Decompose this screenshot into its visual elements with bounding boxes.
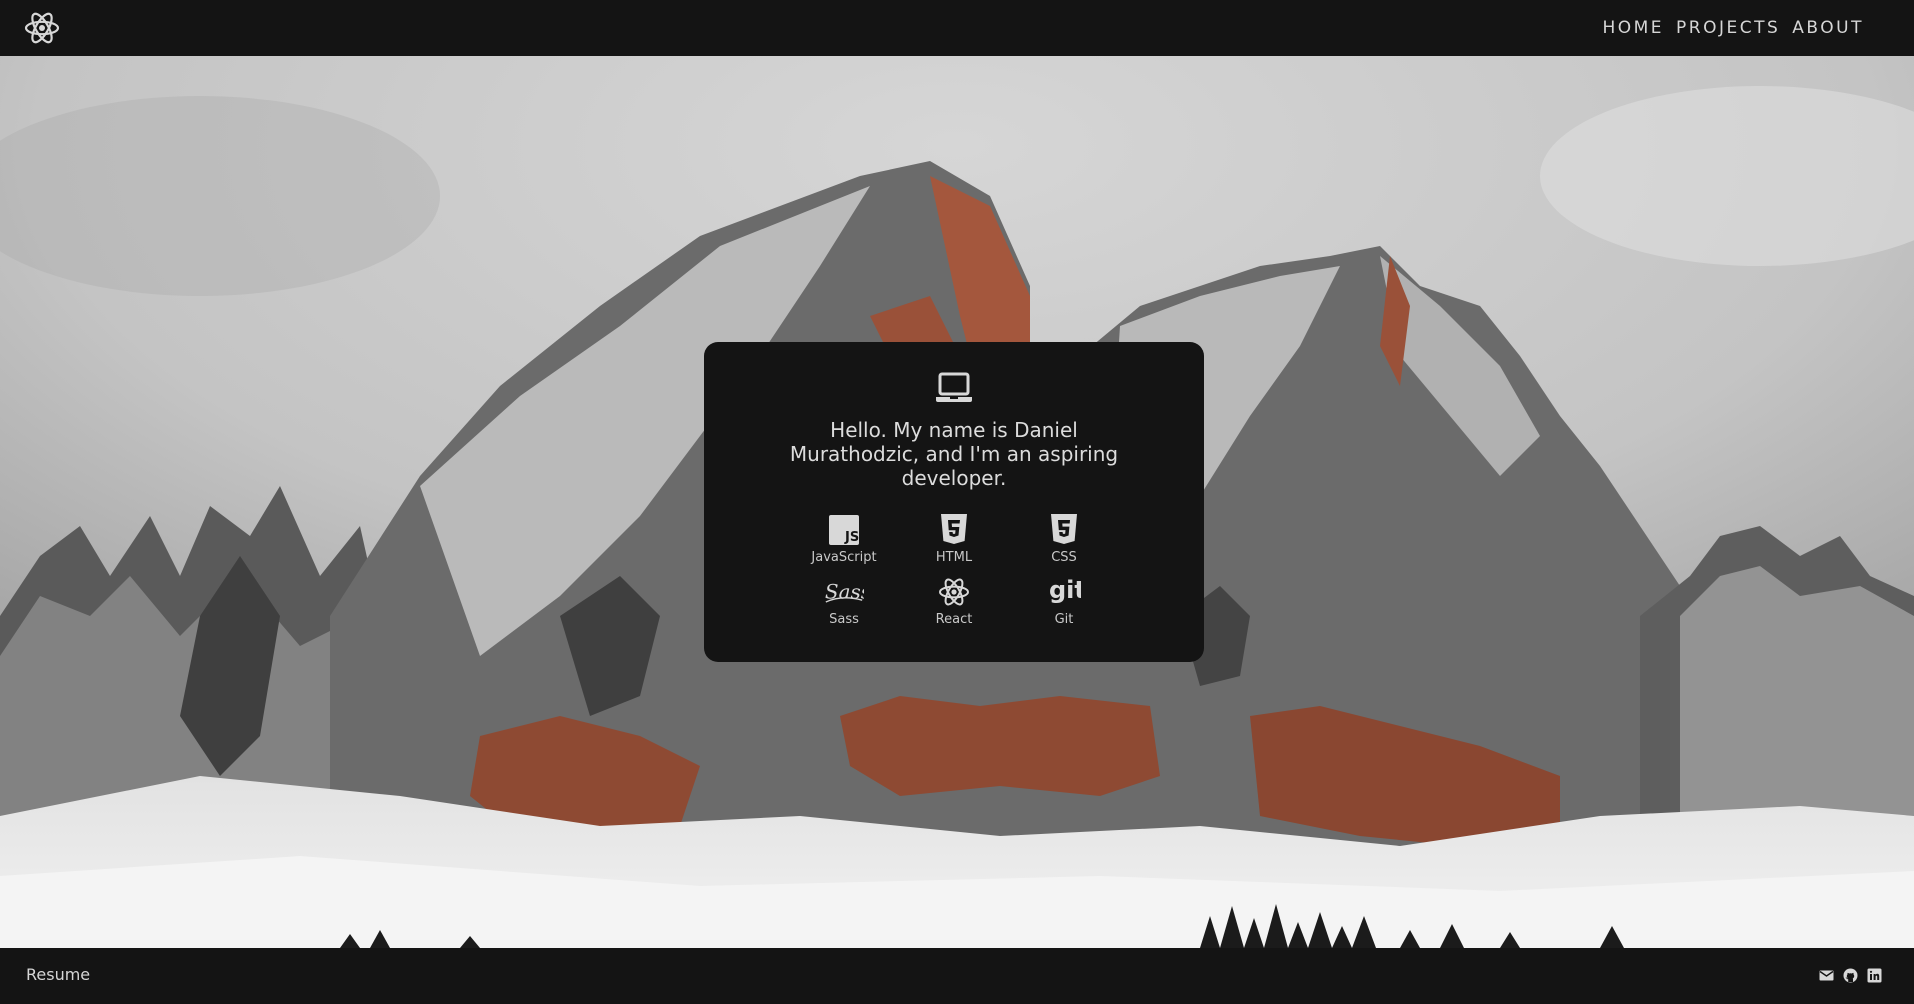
- top-navbar: HOME PROJECTS ABOUT: [0, 0, 1914, 56]
- github-icon[interactable]: [1843, 968, 1858, 983]
- react-icon: [934, 574, 974, 610]
- skill-label: Sass: [829, 612, 859, 627]
- nav-link-about[interactable]: ABOUT: [1792, 18, 1864, 38]
- git-icon: git: [1044, 574, 1084, 610]
- skills-grid: JS JavaScript HTML CSS Sas Sass React gi…: [789, 512, 1119, 636]
- html5-icon: [934, 512, 974, 548]
- react-atom-icon[interactable]: [22, 9, 62, 47]
- skill-label: HTML: [935, 550, 973, 565]
- skill-sass: Sass Sass: [789, 574, 899, 636]
- resume-link[interactable]: Resume: [26, 965, 90, 984]
- skill-css: CSS: [1009, 512, 1119, 574]
- intro-text: Hello. My name is Daniel Murathodzic, an…: [789, 418, 1119, 490]
- sass-icon: Sass: [824, 574, 864, 610]
- javascript-icon: JS: [824, 512, 864, 548]
- svg-text:git: git: [1049, 576, 1081, 604]
- envelope-icon[interactable]: [1819, 968, 1834, 983]
- intro-card: Hello. My name is Daniel Murathodzic, an…: [704, 342, 1204, 662]
- skill-react: React: [899, 574, 1009, 636]
- nav-links: HOME PROJECTS ABOUT: [1602, 0, 1864, 56]
- skill-javascript: JS JavaScript: [789, 512, 899, 574]
- laptop-icon: [935, 372, 973, 404]
- social-links: [1819, 968, 1882, 983]
- nav-link-projects[interactable]: PROJECTS: [1676, 18, 1780, 38]
- linkedin-icon[interactable]: [1867, 968, 1882, 983]
- nav-link-home[interactable]: HOME: [1602, 18, 1664, 38]
- skill-label: CSS: [1051, 550, 1077, 565]
- skill-html: HTML: [899, 512, 1009, 574]
- css3-icon: [1044, 512, 1084, 548]
- skill-label: React: [935, 612, 973, 627]
- footer-bar: Resume: [0, 948, 1914, 1004]
- page-root: HOME PROJECTS ABOUT Hello. My name is Da…: [0, 0, 1914, 1004]
- svg-text:JS: JS: [844, 530, 859, 545]
- skill-git: git Git: [1009, 574, 1119, 636]
- skill-label: Git: [1054, 612, 1074, 627]
- skill-label: JavaScript: [811, 550, 877, 565]
